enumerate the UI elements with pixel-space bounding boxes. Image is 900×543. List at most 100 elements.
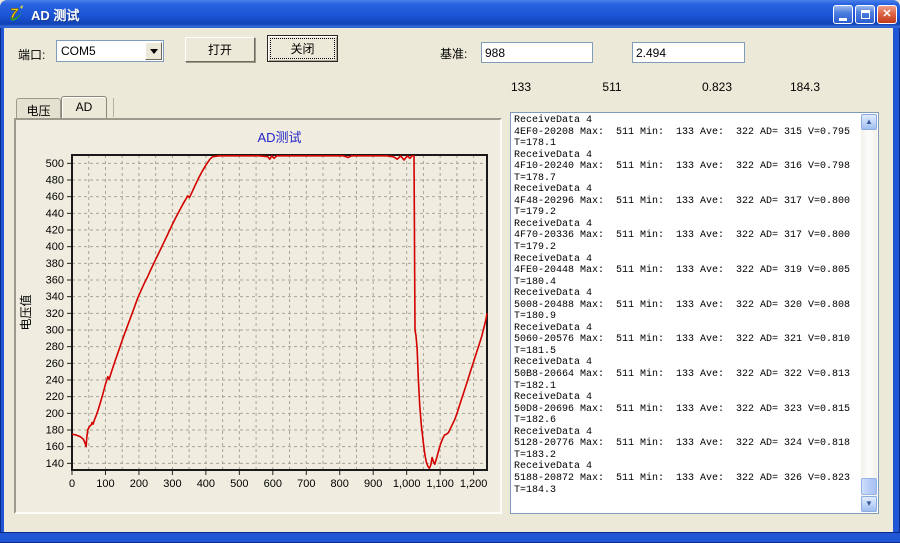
log-line[interactable]: 4EF0-20208 Max: 511 Min: 133 Ave: 322 AD… xyxy=(514,127,859,139)
chart-title: AD测试 xyxy=(257,130,301,145)
x-tick-label: 300 xyxy=(163,478,181,490)
log-line[interactable]: 4F48-20296 Max: 511 Min: 133 Ave: 322 AD… xyxy=(514,196,859,208)
log-line[interactable]: T=181.5 xyxy=(514,346,859,358)
minimize-button[interactable] xyxy=(833,5,853,24)
stat-min-value: 133 xyxy=(503,80,539,94)
y-tick-label: 500 xyxy=(46,158,64,170)
log-line[interactable]: ReceiveData 4 xyxy=(514,427,859,439)
log-scrollbar[interactable]: ▲ ▼ xyxy=(861,114,877,512)
y-tick-label: 320 xyxy=(46,308,64,320)
log-line[interactable]: 50D8-20696 Max: 511 Min: 133 Ave: 322 AD… xyxy=(514,404,859,416)
y-tick-label: 380 xyxy=(46,258,64,270)
stat-max-value: 511 xyxy=(594,80,630,94)
y-tick-label: 280 xyxy=(46,341,64,353)
series-line xyxy=(72,156,487,469)
log-line[interactable]: 4F70-20336 Max: 511 Min: 133 Ave: 322 AD… xyxy=(514,230,859,242)
y-tick-label: 480 xyxy=(46,175,64,187)
log-line[interactable]: ReceiveData 4 xyxy=(514,357,859,369)
scroll-up-icon: ▲ xyxy=(865,118,873,126)
x-tick-label: 800 xyxy=(331,478,349,490)
x-tick-label: 1,100 xyxy=(426,478,454,490)
log-line[interactable]: T=179.2 xyxy=(514,207,859,219)
y-tick-label: 180 xyxy=(46,425,64,437)
y-tick-label: 460 xyxy=(46,191,64,203)
log-line[interactable]: T=182.6 xyxy=(514,415,859,427)
y-tick-label: 400 xyxy=(46,241,64,253)
reference-input-2[interactable] xyxy=(632,42,745,63)
tab-voltage[interactable]: 电压 xyxy=(16,98,61,118)
client-area: 端口: COM5 打开 关闭 基准: 133 511 0.823 184.3 电… xyxy=(4,28,893,532)
tab-ad[interactable]: AD xyxy=(61,96,107,118)
log-line[interactable]: ReceiveData 4 xyxy=(514,219,859,231)
y-tick-label: 200 xyxy=(46,408,64,420)
stat-temp-value: 184.3 xyxy=(782,80,828,94)
log-line[interactable]: T=182.1 xyxy=(514,381,859,393)
scroll-down-button[interactable]: ▼ xyxy=(861,496,877,512)
minimize-icon xyxy=(839,18,847,21)
x-tick-label: 600 xyxy=(264,478,282,490)
maximize-button[interactable] xyxy=(855,5,875,24)
x-tick-label: 400 xyxy=(197,478,215,490)
scroll-up-button[interactable]: ▲ xyxy=(861,114,877,130)
window-border-left xyxy=(0,28,4,533)
log-line[interactable]: T=178.7 xyxy=(514,173,859,185)
log-line[interactable]: T=178.1 xyxy=(514,138,859,150)
log-line[interactable]: T=183.2 xyxy=(514,450,859,462)
y-tick-label: 260 xyxy=(46,358,64,370)
log-line[interactable]: T=180.4 xyxy=(514,277,859,289)
y-tick-label: 160 xyxy=(46,441,64,453)
x-tick-label: 1,200 xyxy=(460,478,488,490)
y-tick-label: 140 xyxy=(46,458,64,470)
log-line[interactable]: 4F10-20240 Max: 511 Min: 133 Ave: 322 AD… xyxy=(514,161,859,173)
y-tick-label: 360 xyxy=(46,275,64,287)
chevron-down-icon xyxy=(150,49,158,54)
log-line[interactable]: T=179.2 xyxy=(514,242,859,254)
stat-voltage-value: 0.823 xyxy=(695,80,739,94)
titlebar[interactable]: 7 AD 测试 ✕ xyxy=(0,0,900,28)
combobox-dropdown-button[interactable] xyxy=(145,42,162,60)
x-tick-label: 900 xyxy=(364,478,382,490)
close-button[interactable]: ✕ xyxy=(877,5,897,24)
close-icon: ✕ xyxy=(882,9,891,20)
log-line[interactable]: ReceiveData 4 xyxy=(514,288,859,300)
open-button[interactable]: 打开 xyxy=(185,37,255,62)
x-tick-label: 700 xyxy=(297,478,315,490)
log-line[interactable]: ReceiveData 4 xyxy=(514,115,859,127)
log-line[interactable]: ReceiveData 4 xyxy=(514,254,859,266)
log-line[interactable]: ReceiveData 4 xyxy=(514,461,859,473)
y-tick-label: 420 xyxy=(46,225,64,237)
port-combobox[interactable]: COM5 xyxy=(56,40,164,62)
close-port-button[interactable]: 关闭 xyxy=(267,35,338,62)
log-line[interactable]: 4FE0-20448 Max: 511 Min: 133 Ave: 322 AD… xyxy=(514,265,859,277)
scrollbar-thumb[interactable] xyxy=(861,478,877,495)
receive-log-listbox[interactable]: ReceiveData 44EF0-20208 Max: 511 Min: 13… xyxy=(510,112,879,514)
window-border-right xyxy=(893,28,900,533)
log-line[interactable]: 5128-20776 Max: 511 Min: 133 Ave: 322 AD… xyxy=(514,438,859,450)
scroll-down-icon: ▼ xyxy=(865,500,873,508)
chart-panel: 1401601802002202402602803003203403603804… xyxy=(14,118,502,514)
y-tick-label: 220 xyxy=(46,391,64,403)
x-tick-label: 100 xyxy=(96,478,114,490)
log-line[interactable]: ReceiveData 4 xyxy=(514,392,859,404)
log-lines: ReceiveData 44EF0-20208 Max: 511 Min: 13… xyxy=(514,115,859,496)
log-line[interactable]: 5188-20872 Max: 511 Min: 133 Ave: 322 AD… xyxy=(514,473,859,485)
log-line[interactable]: T=184.3 xyxy=(514,485,859,497)
log-line[interactable]: 50B8-20664 Max: 511 Min: 133 Ave: 322 AD… xyxy=(514,369,859,381)
log-line[interactable]: 5008-20488 Max: 511 Min: 133 Ave: 322 AD… xyxy=(514,300,859,312)
log-line[interactable]: ReceiveData 4 xyxy=(514,150,859,162)
log-line[interactable]: T=180.9 xyxy=(514,311,859,323)
y-tick-label: 300 xyxy=(46,325,64,337)
log-line[interactable]: ReceiveData 4 xyxy=(514,184,859,196)
chart: 1401601802002202402602803003203403603804… xyxy=(16,120,500,512)
window-title: AD 测试 xyxy=(31,5,79,24)
y-tick-label: 440 xyxy=(46,208,64,220)
app-icon: 7 xyxy=(7,4,27,24)
x-tick-label: 1,000 xyxy=(393,478,421,490)
port-combobox-value: COM5 xyxy=(57,44,145,58)
reference-input-1[interactable] xyxy=(481,42,593,63)
log-line[interactable]: ReceiveData 4 xyxy=(514,323,859,335)
window-border-bottom xyxy=(0,532,900,543)
log-line[interactable]: 5060-20576 Max: 511 Min: 133 Ave: 322 AD… xyxy=(514,334,859,346)
maximize-icon xyxy=(861,10,870,19)
x-tick-label: 200 xyxy=(130,478,148,490)
